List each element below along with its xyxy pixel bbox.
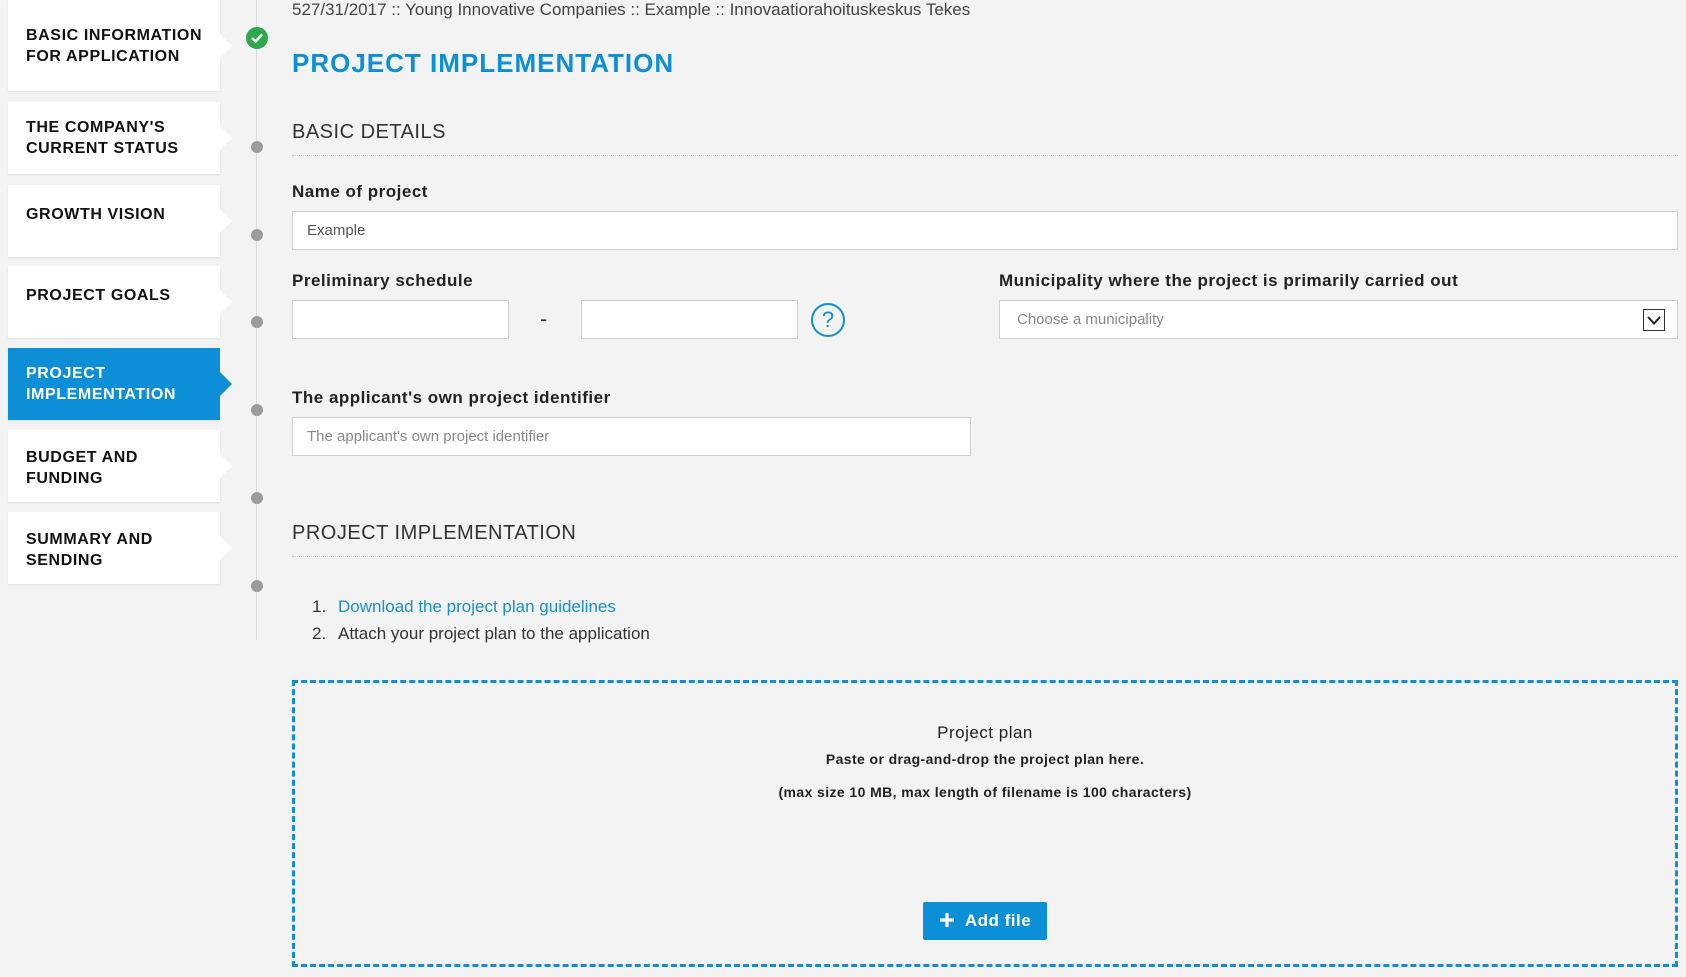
- list-number: 1.: [312, 597, 327, 616]
- municipality-label: Municipality where the project is primar…: [999, 271, 1459, 290]
- page-title: PROJECT IMPLEMENTATION: [292, 48, 675, 78]
- schedule-end-input[interactable]: [581, 300, 798, 339]
- step-marker: [251, 404, 263, 416]
- sidebar-step-company-current-status[interactable]: THE COMPANY'S CURRENT STATUS: [8, 102, 220, 174]
- schedule-start-input[interactable]: [292, 300, 509, 339]
- step-marker: [251, 580, 263, 592]
- list-item: 2. Attach your project plan to the applic…: [312, 620, 650, 647]
- check-icon: [246, 27, 268, 49]
- sidebar-step-project-implementation[interactable]: PROJECT IMPLEMENTATION: [8, 348, 220, 420]
- schedule-separator: -: [540, 307, 548, 331]
- step-label: BASIC INFORMATION FOR APPLICATION: [26, 26, 203, 65]
- municipality-select[interactable]: Choose a municipality: [999, 300, 1678, 339]
- project-plan-dropzone[interactable]: Project plan Paste or drag-and-drop the …: [292, 680, 1678, 967]
- question-circle-icon[interactable]: ?: [811, 303, 845, 337]
- project-identifier-input[interactable]: The applicant's own project identifier: [292, 417, 971, 456]
- step-label: GROWTH VISION: [26, 206, 166, 223]
- attach-instruction: Attach your project plan to the applicat…: [338, 624, 650, 643]
- step-marker: [251, 229, 263, 241]
- download-guidelines-link[interactable]: Download the project plan guidelines: [338, 597, 616, 616]
- section-divider: [292, 155, 1678, 156]
- implementation-instructions: 1. Download the project plan guidelines 2…: [312, 593, 650, 647]
- add-file-button[interactable]: Add file: [923, 902, 1047, 940]
- municipality-select-value: Choose a municipality: [1017, 311, 1164, 328]
- chevron-down-icon: [1643, 309, 1665, 331]
- plus-icon: [939, 910, 955, 932]
- step-marker: [251, 141, 263, 153]
- dropzone-title: Project plan: [937, 723, 1033, 742]
- schedule-label: Preliminary schedule: [292, 271, 474, 290]
- identifier-label: The applicant's own project identifier: [292, 388, 611, 407]
- sidebar-step-summary-and-sending[interactable]: SUMMARY AND SENDING: [8, 512, 220, 584]
- list-number: 2.: [312, 624, 327, 643]
- step-marker: [251, 316, 263, 328]
- project-name-input[interactable]: Example: [292, 211, 1678, 250]
- list-item: 1. Download the project plan guidelines: [312, 593, 650, 620]
- step-label: BUDGET AND FUNDING: [26, 449, 139, 487]
- project-name-label: Name of project: [292, 182, 428, 201]
- sidebar-step-basic-information[interactable]: BASIC INFORMATION FOR APPLICATION: [8, 0, 220, 91]
- sidebar-step-budget-and-funding[interactable]: BUDGET AND FUNDING: [8, 430, 220, 502]
- step-label: PROJECT IMPLEMENTATION: [26, 365, 177, 403]
- step-label: SUMMARY AND SENDING: [26, 531, 153, 569]
- dropzone-instructions: Paste or drag-and-drop the project plan …: [825, 751, 1145, 767]
- step-label: THE COMPANY'S CURRENT STATUS: [26, 119, 179, 157]
- dropzone-limits: (max size 10 MB, max length of filename …: [778, 784, 1192, 800]
- add-file-label: Add file: [964, 911, 1032, 930]
- step-label: PROJECT GOALS: [26, 287, 171, 304]
- section-divider: [292, 556, 1678, 557]
- section-title-basic-details: BASIC DETAILS: [292, 121, 446, 143]
- step-marker: [251, 492, 263, 504]
- sidebar-step-growth-vision[interactable]: GROWTH VISION: [8, 185, 220, 257]
- breadcrumb: 527/31/2017 :: Young Innovative Companie…: [292, 0, 971, 19]
- sidebar-step-project-goals[interactable]: PROJECT GOALS: [8, 266, 220, 338]
- section-title-project-implementation: PROJECT IMPLEMENTATION: [292, 522, 577, 544]
